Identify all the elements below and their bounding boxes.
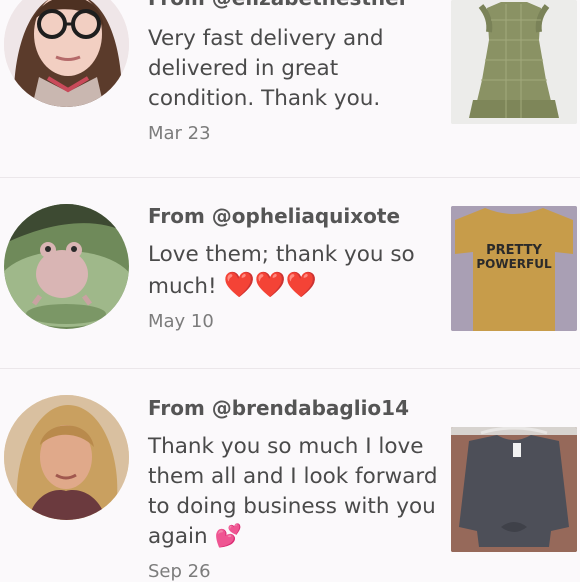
review-date: Sep 26 [148,561,211,582]
review-message: Thank you so much I love them all and I … [148,432,438,552]
listing-thumbnail[interactable] [451,427,577,552]
heart-emoji-icon: ❤️❤️❤️ [223,270,317,299]
listing-thumbnail[interactable] [451,0,577,124]
shirt-print-line-1: PRETTY [486,243,542,258]
dress-photo-icon [451,0,577,124]
divider [0,177,580,178]
review-date: May 10 [148,311,214,332]
avatar-photo-icon [4,0,129,107]
reviewer-avatar[interactable] [4,395,129,520]
two-hearts-emoji-icon: 💕 [214,524,242,549]
review-from[interactable]: From @elizabethesther [148,0,438,10]
reviewer-avatar[interactable] [4,204,129,329]
review-message: Love them; thank you so much! ❤️❤️❤️ [148,240,438,302]
review-message: Very fast delivery and delivered in grea… [148,26,384,111]
frog-photo-icon [4,204,129,329]
tshirt-photo-icon: PRETTY POWERFUL [451,206,577,331]
review-date: Mar 23 [148,123,211,144]
person-photo-icon [4,395,129,520]
reviewer-avatar[interactable] [4,0,129,107]
sweater-photo-icon [451,427,577,552]
review-from[interactable]: From @opheliaquixote [148,204,438,228]
divider [0,368,580,369]
review-message-text: Thank you so much I love them all and I … [148,434,438,549]
shirt-print-line-2: POWERFUL [476,257,552,271]
review-from[interactable]: From @brendabaglio14 [148,396,438,420]
listing-thumbnail[interactable]: PRETTY POWERFUL [451,206,577,331]
